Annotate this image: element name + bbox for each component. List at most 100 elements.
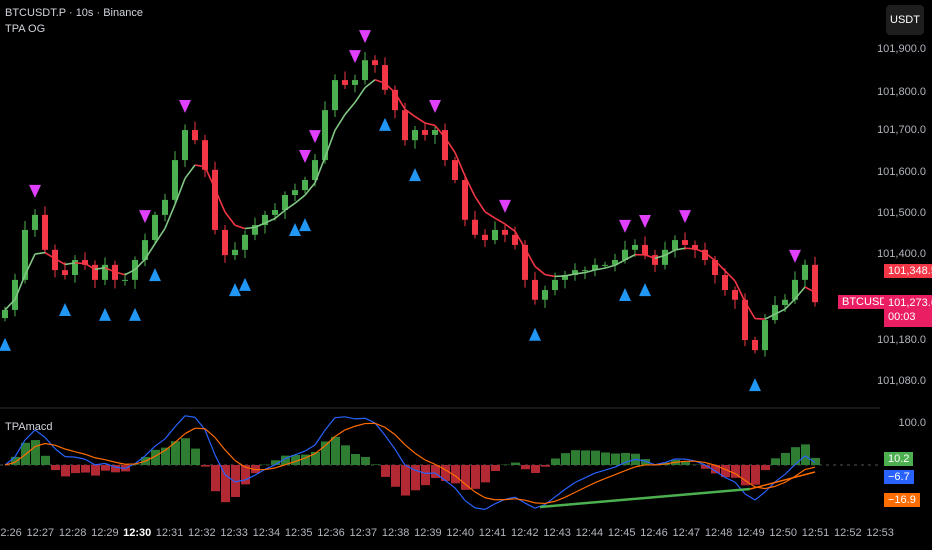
macd-histogram-bar — [391, 465, 400, 487]
macd-line — [584, 472, 596, 479]
macd-histogram-bar — [331, 436, 340, 465]
macd-histogram-bar — [351, 454, 360, 465]
candle-body — [582, 270, 588, 272]
buy-signal-icon — [239, 277, 251, 291]
time-label: 12:26 — [0, 527, 22, 539]
moving-average-line — [354, 87, 366, 103]
candle-body — [542, 290, 548, 300]
macd-histogram-bar — [561, 453, 570, 465]
sell-signal-icon — [29, 184, 41, 198]
candle-body — [32, 214, 38, 230]
signal-line — [424, 459, 436, 465]
candle-body — [182, 130, 188, 161]
signal-line — [484, 497, 496, 501]
moving-average-line — [224, 211, 236, 226]
signal-line — [804, 466, 816, 471]
candle-body — [452, 160, 458, 180]
time-label: 12:43 — [543, 527, 571, 539]
candle-body — [232, 249, 238, 256]
buy-signal-icon — [129, 307, 141, 321]
macd-histogram-bar — [681, 461, 690, 465]
macd-histogram-bar — [41, 455, 50, 465]
signal-line — [704, 461, 716, 466]
time-label: 12:50 — [769, 527, 797, 539]
countdown: 00:03 — [888, 311, 916, 323]
macd-histogram-bar — [781, 452, 790, 465]
hist-value-tag: 10.2 — [884, 452, 914, 466]
signal-line — [624, 466, 636, 472]
macd-histogram-bar — [61, 465, 70, 477]
signal-line — [94, 457, 106, 461]
signal-line — [214, 437, 226, 451]
symbol-legend[interactable]: BTCUSDT.P · 10s · Binance — [5, 7, 143, 19]
moving-average-line — [684, 247, 696, 250]
moving-average-line — [364, 79, 376, 89]
macd-histogram-bar — [481, 465, 490, 483]
buy-signal-icon — [619, 287, 631, 301]
macd-histogram-bar — [541, 465, 550, 467]
buy-signal-icon — [639, 283, 651, 297]
signal-line — [84, 453, 96, 459]
candle-body — [62, 270, 68, 276]
macd-histogram-bar — [751, 465, 760, 485]
candle-body — [752, 339, 758, 351]
candle-body — [202, 140, 208, 170]
time-label: 12:34 — [252, 527, 281, 539]
time-label: 12:33 — [220, 527, 248, 539]
signal-line — [54, 444, 66, 450]
macd-line — [594, 469, 606, 474]
price-label: 101,800.0 — [877, 86, 926, 98]
candle-body — [662, 249, 668, 265]
macd-histogram-bar — [611, 453, 620, 465]
currency-button[interactable]: USDT — [886, 5, 924, 35]
macd-histogram-bar — [811, 457, 820, 465]
candle-body — [102, 264, 108, 280]
chart-canvas[interactable] — [0, 0, 932, 550]
macd-line — [74, 456, 86, 460]
macd-histogram-bar — [601, 452, 610, 465]
sell-signal-icon — [299, 149, 311, 163]
signal-line — [564, 491, 576, 498]
moving-average-line — [414, 115, 426, 124]
signal-line — [514, 498, 526, 501]
macd-histogram-bar — [361, 456, 370, 465]
signal-line — [544, 500, 556, 505]
price-label: 101,400.0 — [877, 248, 926, 260]
macd-line — [54, 448, 66, 458]
candle-body — [122, 279, 128, 281]
signal-line — [534, 502, 546, 505]
sell-signal-icon — [679, 210, 691, 224]
time-label: 12:42 — [511, 527, 539, 539]
macd-legend[interactable]: TPAmacd — [5, 421, 52, 433]
candle-body — [42, 214, 48, 250]
macd-line — [154, 438, 166, 447]
macd-histogram-bar — [81, 465, 90, 473]
buy-signal-icon — [379, 117, 391, 131]
candle-body — [802, 264, 808, 280]
macd-histogram-bar — [341, 445, 350, 465]
candle-body — [192, 130, 198, 141]
macd-histogram-bar — [771, 458, 780, 465]
macd-histogram-bar — [211, 465, 220, 492]
sell-signal-icon — [639, 214, 651, 228]
candle-body — [462, 179, 468, 220]
macd-histogram-bar — [31, 440, 40, 465]
signal-line — [554, 496, 566, 502]
candle-body — [242, 234, 248, 250]
candle-body — [652, 255, 658, 265]
macd-line — [474, 507, 486, 510]
buy-signal-icon — [99, 307, 111, 321]
macd-histogram-bar — [421, 465, 430, 486]
macd-line — [364, 417, 376, 424]
macd-line — [94, 462, 106, 466]
macd-line — [484, 503, 496, 510]
indicator-legend[interactable]: TPA OG — [5, 23, 45, 35]
time-label: 12:53 — [866, 527, 894, 539]
macd-line — [164, 426, 176, 440]
moving-average-line — [34, 251, 46, 255]
signal-line — [64, 448, 76, 453]
candle-body — [332, 80, 338, 111]
macd-line — [784, 464, 796, 475]
candle-body — [432, 130, 438, 135]
time-label: 12:36 — [317, 527, 345, 539]
